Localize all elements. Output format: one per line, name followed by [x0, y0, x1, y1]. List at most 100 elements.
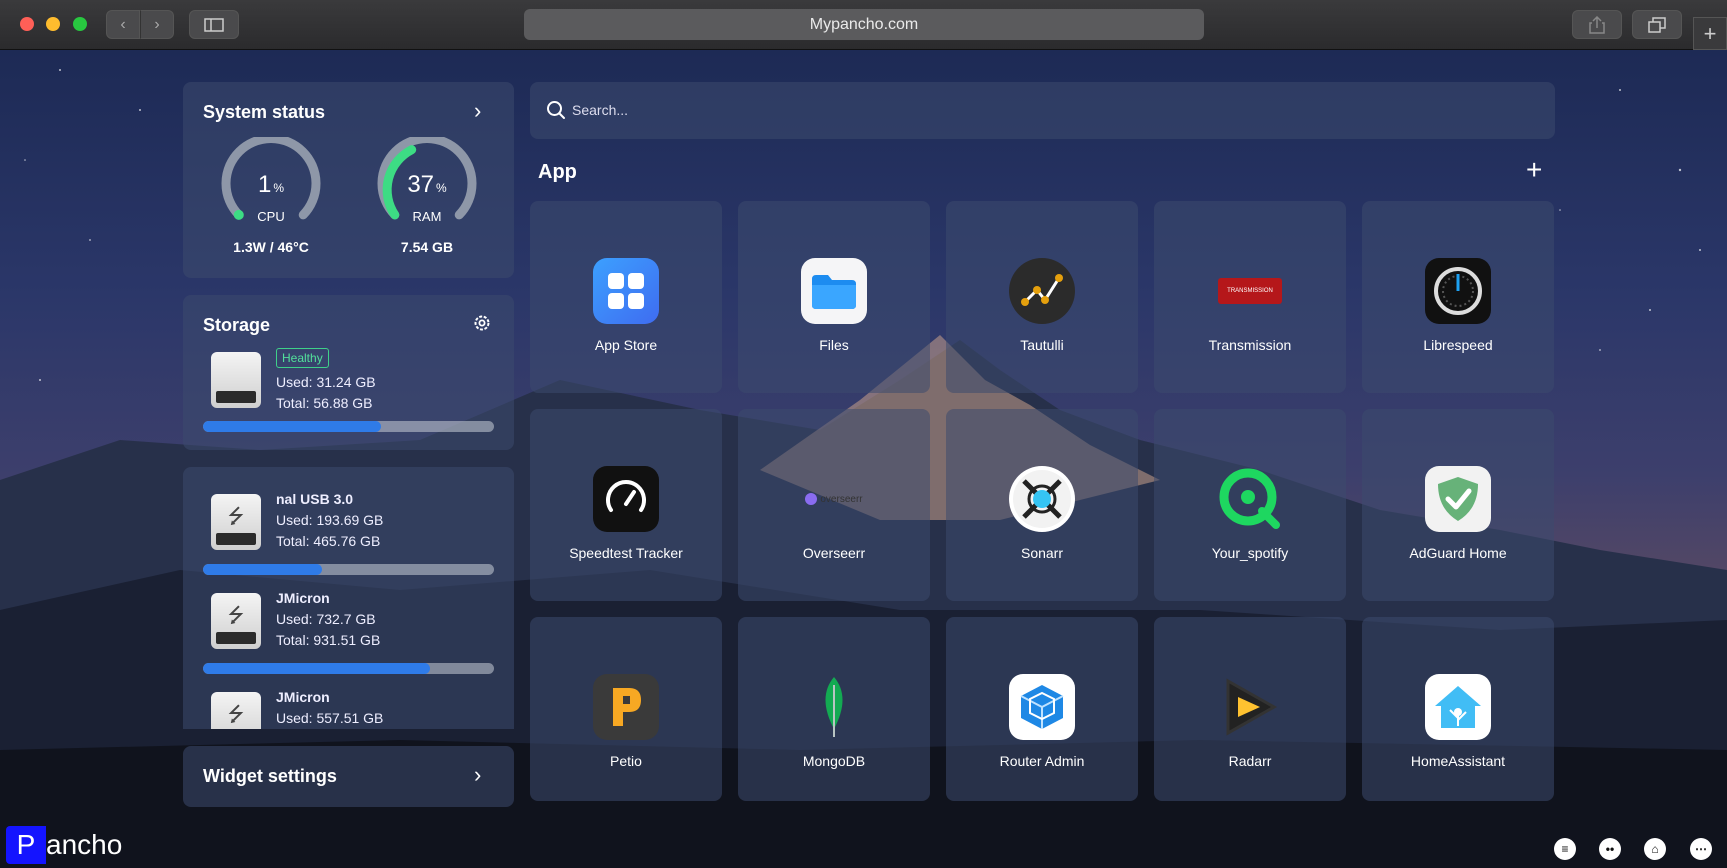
- cpu-label: CPU: [257, 209, 285, 224]
- app-label: HomeAssistant: [1410, 753, 1506, 769]
- app-label: Speedtest Tracker: [569, 545, 683, 561]
- app-store-icon: [593, 258, 659, 324]
- chevron-right-icon: ›: [474, 98, 482, 123]
- storage-settings-button[interactable]: [472, 313, 492, 338]
- home-icon: [1425, 674, 1491, 740]
- app-label: Petio: [610, 753, 642, 769]
- app-tile-router-admin[interactable]: Router Admin: [946, 617, 1138, 801]
- speedometer-icon: [593, 466, 659, 532]
- widget-settings-label: Widget settings: [203, 766, 337, 786]
- usb-drive-total: Total: 931.51 GB: [276, 632, 381, 648]
- close-window-button[interactable]: [20, 17, 34, 31]
- message-icon[interactable]: ≡: [1554, 838, 1576, 860]
- usb-drive-total: Total: 465.76 GB: [276, 533, 381, 549]
- forward-button[interactable]: ›: [140, 10, 174, 39]
- transmission-icon: TRANSMISSION: [1217, 258, 1283, 324]
- ram-gauge: 37% RAM: [372, 137, 482, 247]
- usb-drive-used: Used: 732.7 GB: [276, 611, 376, 627]
- brand-name-rest: ancho: [46, 829, 123, 860]
- system-status-expand-button[interactable]: ›: [474, 98, 481, 124]
- ram-value: 37%: [407, 171, 447, 198]
- back-button[interactable]: ‹: [106, 10, 140, 39]
- new-tab-button[interactable]: +: [1693, 17, 1727, 50]
- storage-usage-bar: [203, 421, 494, 432]
- app-tile-adguard-home[interactable]: AdGuard Home: [1362, 409, 1554, 601]
- app-tile-speedtest-tracker[interactable]: Speedtest Tracker: [530, 409, 722, 601]
- folder-icon: [801, 258, 867, 324]
- search-icon: [547, 101, 565, 119]
- usb-drive-icon: ⭍: [211, 692, 261, 729]
- usb-drive-icon: ⭍: [211, 494, 261, 550]
- address-bar[interactable]: Mypancho.com: [524, 9, 1204, 40]
- storage-health-badge: Healthy: [276, 348, 329, 368]
- app-tile-homeassistant[interactable]: HomeAssistant: [1362, 617, 1554, 801]
- sonarr-icon: [1009, 466, 1075, 532]
- widget-settings-button[interactable]: Widget settings ›: [183, 746, 514, 807]
- app-label: Transmission: [1208, 337, 1292, 353]
- system-status-widget: System status › 1% CPU 1.3W / 46°C 37% R…: [183, 82, 514, 278]
- app-label: Librespeed: [1423, 337, 1493, 353]
- storage-total: Total: 56.88 GB: [276, 395, 373, 411]
- share-icon: [1589, 15, 1605, 34]
- app-tile-mongodb[interactable]: MongoDB: [738, 617, 930, 801]
- maximize-window-button[interactable]: [73, 17, 87, 31]
- apps-section-title: App: [538, 161, 577, 183]
- petio-icon: [593, 674, 659, 740]
- tabs-icon: [1648, 16, 1666, 33]
- usb-drive-usage-bar: [203, 564, 494, 575]
- app-tile-overseerr[interactable]: overseerr Overseerr: [738, 409, 930, 601]
- ram-detail: 7.54 GB: [400, 239, 454, 255]
- storage-used: Used: 31.24 GB: [276, 374, 376, 390]
- app-tile-librespeed[interactable]: Librespeed: [1362, 201, 1554, 393]
- app-tile-your-spotify[interactable]: Your_spotify: [1154, 409, 1346, 601]
- plus-icon: +: [1703, 20, 1717, 46]
- brand-initial: P: [6, 826, 46, 864]
- app-label: Router Admin: [999, 753, 1085, 769]
- overseerr-icon: overseerr: [794, 466, 874, 532]
- chevron-right-icon: ›: [474, 762, 482, 787]
- chevron-right-icon: ›: [154, 15, 160, 33]
- sidebar-icon: [204, 17, 224, 32]
- browser-toolbar: ‹ › Mypancho.com +: [0, 0, 1727, 50]
- usb-drive-used: Used: 193.69 GB: [276, 512, 384, 528]
- app-tile-petio[interactable]: Petio: [530, 617, 722, 801]
- cube-icon: [1009, 674, 1075, 740]
- plus-icon: +: [1526, 154, 1543, 185]
- brand-logo: Pancho: [6, 826, 122, 864]
- leaf-icon: [801, 674, 867, 740]
- share-button[interactable]: [1572, 10, 1622, 39]
- system-status-title: System status: [203, 102, 326, 122]
- app-tile-sonarr[interactable]: Sonarr: [946, 409, 1138, 601]
- app-tile-tautulli[interactable]: Tautulli: [946, 201, 1138, 393]
- app-label: AdGuard Home: [1409, 545, 1507, 561]
- search-input[interactable]: [572, 96, 1472, 124]
- librespeed-icon: [1425, 258, 1491, 324]
- app-label: Tautulli: [1020, 337, 1064, 353]
- github-icon[interactable]: ⌂: [1644, 838, 1666, 860]
- minimize-window-button[interactable]: [46, 17, 60, 31]
- your-spotify-icon: [1217, 466, 1283, 532]
- discord-icon[interactable]: ••: [1599, 838, 1621, 860]
- chat-icon[interactable]: ⋯: [1690, 838, 1712, 860]
- app-label: Files: [819, 337, 849, 353]
- usb-drive-usage-bar: [203, 663, 494, 674]
- app-label: App Store: [594, 337, 658, 353]
- hard-drive-icon: [211, 352, 261, 408]
- usb-drive-name: JMicron: [276, 590, 330, 606]
- app-label: Overseerr: [802, 545, 866, 561]
- tab-overview-button[interactable]: [1632, 10, 1682, 39]
- app-label: Your_spotify: [1211, 545, 1289, 561]
- cpu-value: 1%: [257, 171, 285, 198]
- shield-icon: [1425, 466, 1491, 532]
- add-app-button[interactable]: +: [1526, 156, 1542, 184]
- gear-icon: [474, 315, 490, 331]
- cpu-gauge: 1% CPU: [216, 137, 326, 247]
- app-tile-radarr[interactable]: Radarr: [1154, 617, 1346, 801]
- sidebar-toggle-button[interactable]: [189, 10, 239, 39]
- app-label: Radarr: [1228, 753, 1272, 769]
- app-tile-files[interactable]: Files: [738, 201, 930, 393]
- storage-title: Storage: [203, 315, 271, 335]
- app-tile-app-store[interactable]: App Store: [530, 201, 722, 393]
- app-tile-transmission[interactable]: TRANSMISSION Transmission: [1154, 201, 1346, 393]
- cpu-detail: 1.3W / 46°C: [233, 239, 309, 255]
